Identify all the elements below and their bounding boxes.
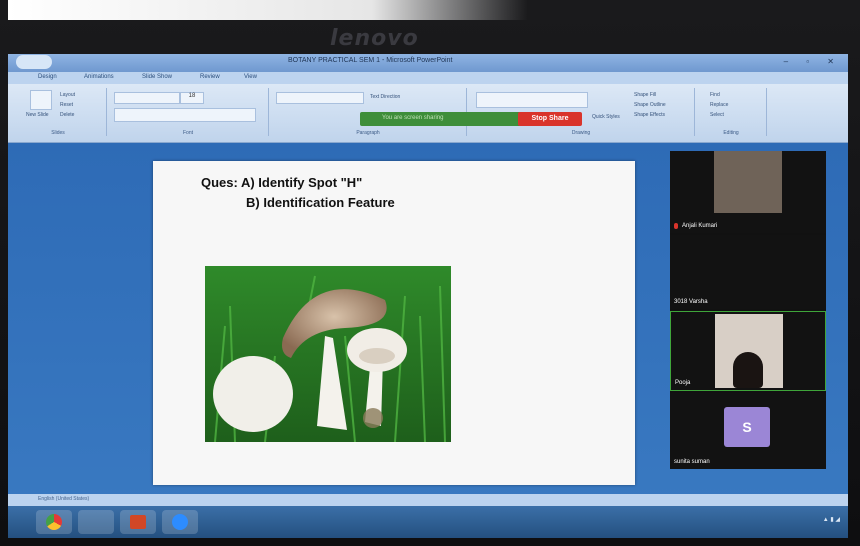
participant-panel: Anjali Kumari 3018 Varsha Pooja S sunita… (670, 151, 826, 469)
delete-button[interactable]: Delete (60, 112, 74, 118)
system-tray[interactable]: ▲ ▮ ◢ (823, 516, 840, 523)
select-button[interactable]: Select (710, 112, 724, 118)
participant-tile[interactable]: S sunita suman (670, 393, 826, 469)
quick-styles-button[interactable]: Quick Styles (592, 114, 620, 120)
participant-name: Pooja (675, 380, 691, 386)
tab-design[interactable]: Design (38, 74, 57, 80)
slide-canvas[interactable]: Ques: A) Identify Spot "H" B) Identifica… (153, 161, 635, 485)
text-direction-button[interactable]: Text Direction (370, 94, 400, 100)
replace-button[interactable]: Replace (710, 102, 728, 108)
zoom-taskbar-icon[interactable] (162, 510, 198, 534)
editing-group: Find Replace Select Editing (696, 88, 767, 136)
slide-workspace: Ques: A) Identify Spot "H" B) Identifica… (8, 143, 848, 538)
font-size-select[interactable]: 18 (180, 92, 204, 104)
tab-view[interactable]: View (244, 74, 257, 80)
font-format-buttons[interactable] (114, 108, 256, 122)
new-slide-button[interactable] (30, 90, 52, 110)
participant-avatar: S (724, 407, 770, 447)
laptop-brand-logo: lenovo (330, 26, 419, 51)
tab-animations[interactable]: Animations (84, 74, 114, 80)
font-group-label: Font (182, 130, 193, 136)
window-title: BOTANY PRACTICAL SEM 1 - Microsoft Power… (288, 57, 453, 64)
slides-group-label: Slides (51, 130, 65, 136)
drawing-group-label: Drawing (571, 130, 591, 136)
tab-review[interactable]: Review (200, 74, 220, 80)
mushroom-photo (205, 266, 451, 442)
font-name-select[interactable] (114, 92, 180, 104)
editing-group-label: Editing (723, 130, 739, 136)
shape-effects-button[interactable]: Shape Effects (634, 112, 665, 118)
participant-video (714, 151, 782, 213)
status-bar: English (United States) (8, 494, 848, 506)
font-group: 18 Font (108, 88, 269, 136)
explorer-taskbar-icon[interactable] (78, 510, 114, 534)
participant-tile[interactable]: 3018 Varsha (670, 235, 826, 309)
office-button[interactable] (16, 55, 52, 69)
participant-tile-active[interactable]: Pooja (670, 311, 826, 391)
question-line-2: B) Identification Feature (246, 195, 395, 210)
reset-button[interactable]: Reset (60, 102, 73, 108)
ribbon-tabs: Design Animations Slide Show Review View (8, 72, 848, 84)
question-line-1: Ques: A) Identify Spot "H" (201, 175, 363, 190)
participant-name: 3018 Varsha (674, 299, 708, 305)
layout-button[interactable]: Layout (60, 92, 75, 98)
participant-video (715, 314, 783, 388)
screen: BOTANY PRACTICAL SEM 1 - Microsoft Power… (8, 54, 848, 538)
slides-group: New Slide Layout Reset Delete Slides (10, 88, 107, 136)
tab-slide-show[interactable]: Slide Show (142, 74, 172, 80)
screen-share-banner: You are screen sharing (360, 112, 522, 126)
new-slide-label: New Slide (26, 112, 49, 118)
participant-name: Anjali Kumari (682, 223, 718, 229)
list-buttons[interactable] (276, 92, 364, 104)
find-button[interactable]: Find (710, 92, 720, 98)
language-indicator[interactable]: English (United States) (38, 496, 89, 502)
shape-outline-button[interactable]: Shape Outline (634, 102, 666, 108)
chrome-taskbar-icon[interactable] (36, 510, 72, 534)
shapes-gallery[interactable] (476, 92, 588, 108)
windows-taskbar: ▲ ▮ ◢ (8, 506, 848, 538)
participant-name: sunita suman (674, 459, 710, 465)
stop-share-button[interactable]: Stop Share (518, 112, 582, 126)
laptop-bezel: lenovo BOTANY PRACTICAL SEM 1 - Microsof… (0, 0, 860, 546)
window-controls[interactable]: – ▫ ✕ (784, 57, 842, 66)
powerpoint-taskbar-icon[interactable] (120, 510, 156, 534)
screen-share-text: You are screen sharing (382, 115, 444, 121)
muted-mic-icon (674, 223, 678, 229)
title-bar: BOTANY PRACTICAL SEM 1 - Microsoft Power… (8, 54, 848, 72)
participant-tile[interactable]: Anjali Kumari (670, 151, 826, 233)
paragraph-group-label: Paragraph (356, 130, 380, 136)
shape-fill-button[interactable]: Shape Fill (634, 92, 656, 98)
screen-glare (8, 0, 528, 20)
